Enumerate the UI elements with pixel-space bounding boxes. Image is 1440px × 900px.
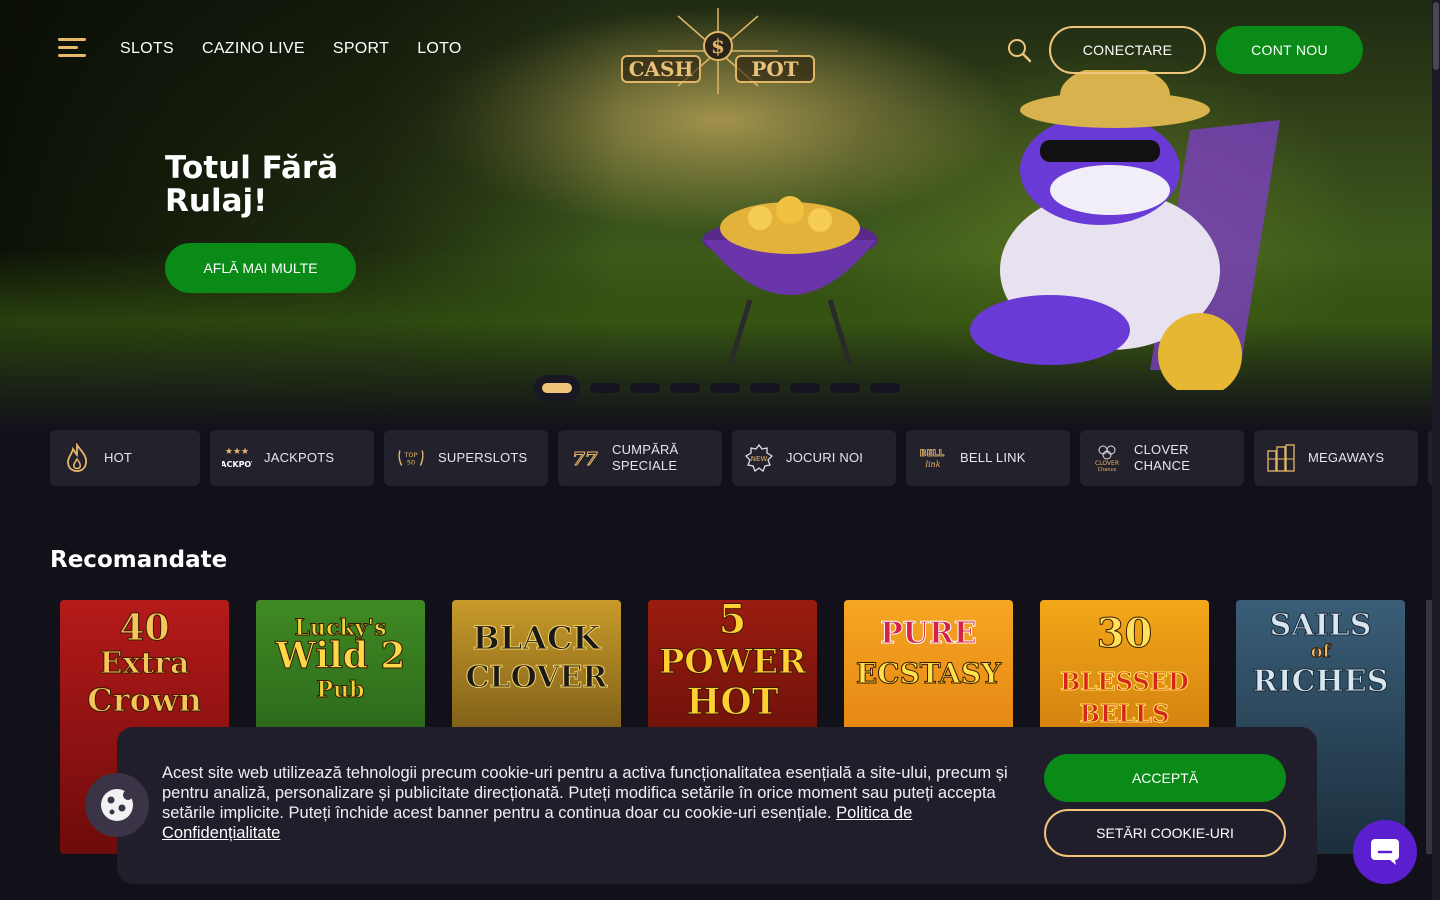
hamburger-icon[interactable]: [58, 38, 86, 60]
category-new-games[interactable]: NEW JOCURI NOI: [732, 430, 896, 486]
bell-link-icon: BELL link: [918, 443, 948, 473]
shark-mascot-illustration: [970, 70, 1280, 390]
category-label: MEGAWAYS: [1308, 450, 1385, 465]
category-hot[interactable]: HOT: [50, 430, 200, 486]
game-title-line: Pub: [316, 677, 365, 704]
carousel-dot[interactable]: [750, 383, 780, 393]
category-clover-chance[interactable]: CLOVER Chance CLOVER CHANCE: [1080, 430, 1244, 486]
svg-text:CLOVER: CLOVER: [1095, 460, 1119, 467]
carousel-dot[interactable]: [630, 383, 660, 393]
category-bar: HOT ★★★ JACKPOT JACKPOTS TOP50 SUPERSLOTS…: [50, 430, 1440, 486]
category-jackpots[interactable]: ★★★ JACKPOT JACKPOTS: [210, 430, 374, 486]
carousel-dot[interactable]: [710, 383, 740, 393]
game-title-line: 5: [718, 600, 747, 643]
svg-text:BELL: BELL: [920, 449, 945, 459]
carousel-dot[interactable]: [790, 383, 820, 393]
category-megaways[interactable]: MEGAWAYS: [1254, 430, 1418, 486]
nav-item-loto[interactable]: LOTO: [417, 40, 461, 58]
seven-icon: 77: [570, 443, 600, 473]
svg-text:CASH: CASH: [629, 57, 694, 81]
game-title-line: CLOVER: [465, 660, 608, 696]
carousel-dot[interactable]: [590, 383, 620, 393]
cookie-banner: Acest site web utilizează tehnologii pre…: [117, 727, 1317, 884]
svg-text:POT: POT: [751, 57, 798, 81]
search-icon[interactable]: [1006, 37, 1032, 63]
category-bell-link[interactable]: BELL link BELL LINK: [906, 430, 1070, 486]
game-title-line: Crown: [87, 681, 202, 720]
game-title-line: PURE: [880, 616, 978, 652]
svg-text:★★★: ★★★: [225, 446, 249, 456]
game-title-line: BLACK: [472, 619, 601, 658]
category-label: SUPERSLOTS: [438, 450, 528, 465]
game-title-line: POWER: [658, 642, 807, 683]
top-navigation: SLOTS CAZINO LIVE SPORT LOTO $ CASH POT …: [0, 0, 1440, 100]
game-title-line: HOT: [686, 681, 779, 723]
hero-carousel-dots: [534, 375, 900, 401]
svg-text:link: link: [925, 460, 940, 469]
game-title-line: 40: [119, 607, 170, 649]
carousel-dot[interactable]: [670, 383, 700, 393]
cookie-icon[interactable]: [85, 773, 149, 837]
hero-learn-more-button[interactable]: AFLĂ MAI MULTE: [165, 243, 356, 293]
game-title-line: Extra: [99, 646, 190, 682]
game-title-line: RICHES: [1252, 664, 1389, 700]
megaways-icon: [1266, 443, 1296, 473]
category-label: CLOVER CHANCE: [1134, 442, 1191, 473]
new-badge-icon: NEW: [744, 443, 774, 473]
jackpot-icon: ★★★ JACKPOT: [222, 443, 252, 473]
nav-item-slots[interactable]: SLOTS: [120, 40, 174, 58]
register-button[interactable]: CONT NOU: [1216, 26, 1363, 74]
category-label: CUMPĂRĂ SPECIALE: [612, 442, 679, 473]
login-button[interactable]: CONECTARE: [1049, 26, 1206, 74]
scrollbar-thumb[interactable]: [1433, 2, 1439, 70]
carousel-dot-active[interactable]: [534, 375, 580, 401]
cashpot-logo[interactable]: $ CASH POT: [618, 6, 818, 96]
svg-text:JACKPOT: JACKPOT: [222, 460, 252, 469]
main-nav: SLOTS CAZINO LIVE SPORT LOTO: [120, 40, 462, 58]
cookie-text: Acest site web utilizează tehnologii pre…: [162, 763, 1032, 843]
flame-icon: [62, 443, 92, 473]
svg-text:Chance: Chance: [1098, 467, 1117, 472]
accept-cookies-button[interactable]: ACCEPTĂ: [1044, 754, 1286, 802]
game-title-line: ECSTASY: [855, 657, 1002, 691]
svg-text:NEW: NEW: [751, 455, 768, 463]
category-label: JOCURI NOI: [786, 450, 864, 465]
svg-text:$: $: [711, 34, 725, 58]
category-label: HOT: [104, 450, 133, 465]
nav-item-sport[interactable]: SPORT: [333, 40, 389, 58]
category-label: JACKPOTS: [264, 450, 335, 465]
clover-icon: CLOVER Chance: [1092, 443, 1122, 473]
category-superslots[interactable]: TOP 50 SUPERSLOTS: [384, 430, 548, 486]
hero-title: Totul Fără Rulaj!: [165, 150, 339, 219]
page-scrollbar[interactable]: [1432, 0, 1440, 900]
svg-text:77: 77: [572, 449, 598, 470]
svg-text:50: 50: [407, 459, 415, 467]
category-buy-specials[interactable]: 77 CUMPĂRĂ SPECIALE: [558, 430, 722, 486]
carousel-dot[interactable]: [830, 383, 860, 393]
nav-item-cazino-live[interactable]: CAZINO LIVE: [202, 40, 305, 58]
top50-icon: TOP 50: [396, 443, 426, 473]
game-title-line: 30: [1096, 610, 1153, 657]
grill-illustration: [702, 196, 878, 366]
section-title: Recomandate: [50, 547, 228, 573]
chat-icon[interactable]: [1353, 820, 1417, 884]
cookie-settings-button[interactable]: SETĂRI COOKIE-URI: [1044, 809, 1286, 857]
carousel-dot[interactable]: [870, 383, 900, 393]
category-label: BELL LINK: [960, 450, 1026, 465]
